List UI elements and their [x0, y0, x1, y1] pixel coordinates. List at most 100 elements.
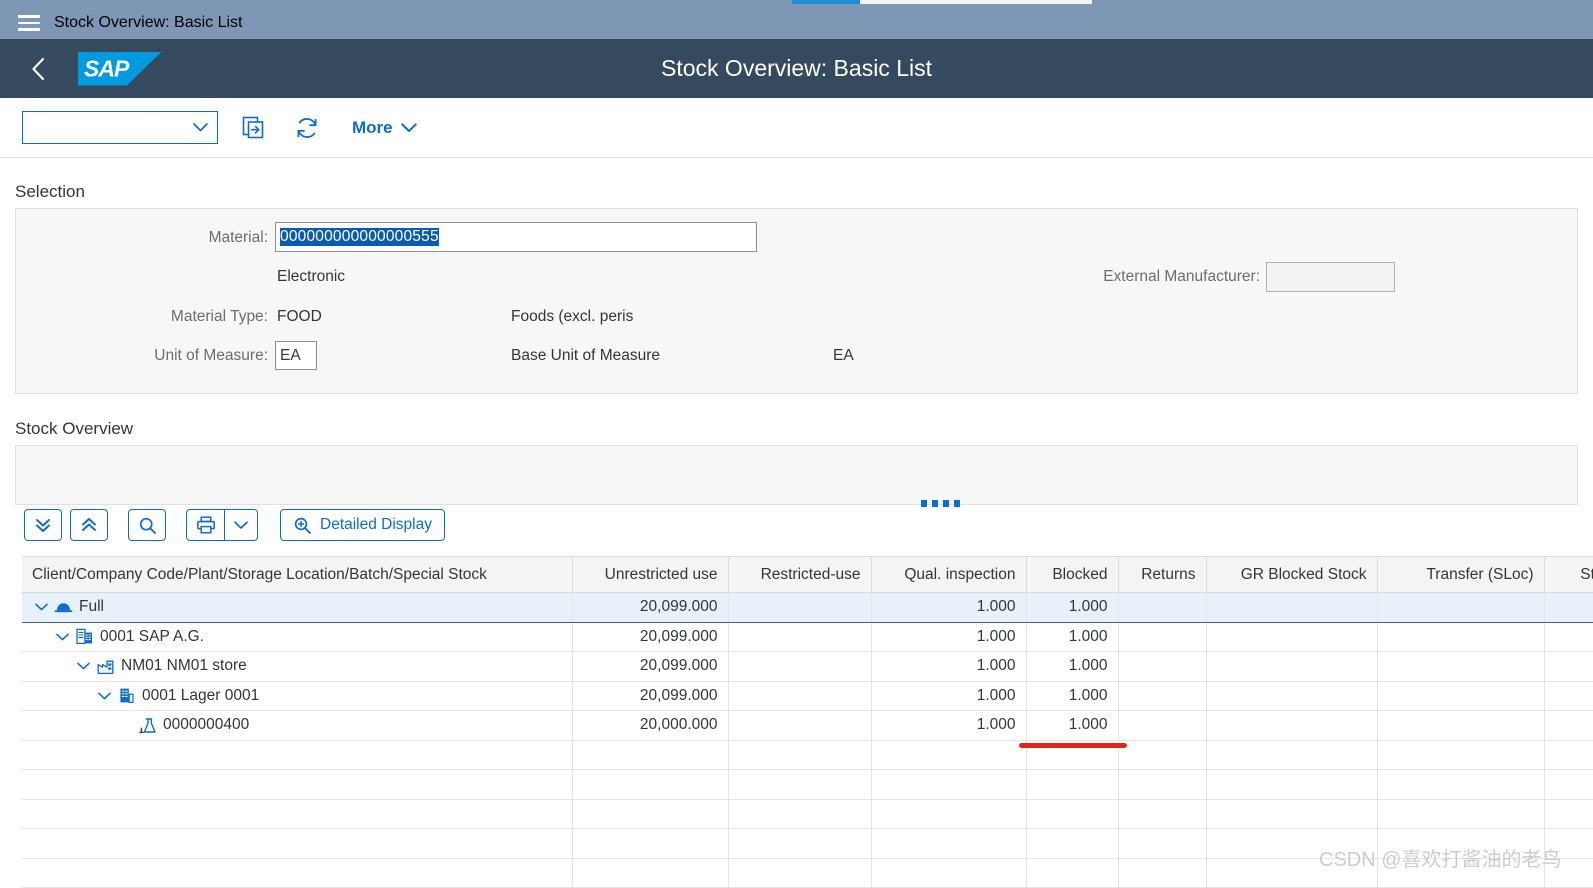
column-header[interactable]: Transfer (SLoc): [1377, 556, 1545, 593]
table-cell-empty: [1118, 858, 1207, 888]
tree-expand-toggle-expanded[interactable]: [53, 628, 71, 646]
table-cell-value: 1.000: [871, 710, 1027, 741]
table-cell-empty: [1377, 799, 1545, 829]
tree-node-cell[interactable]: 0000000400: [22, 710, 573, 741]
print-icon: [196, 516, 215, 534]
table-row[interactable]: NM01 NM01 store 20,099.000 1.000 1.000: [22, 651, 1593, 682]
column-header[interactable]: Unrestricted use: [572, 556, 729, 593]
table-cell-value: [1206, 681, 1378, 711]
expand-all-button[interactable]: [24, 509, 62, 541]
table-cell-empty: [1118, 769, 1207, 800]
table-cell-value: 1.000: [871, 622, 1027, 652]
table-row[interactable]: 0001 SAP A.G. 20,099.000 1.000 1.000: [22, 622, 1593, 652]
table-cell-empty: [1206, 858, 1378, 888]
print-button[interactable]: [186, 509, 224, 541]
page-title: Stock Overview: Basic List: [661, 55, 932, 81]
table-cell-empty: [871, 858, 1027, 888]
table-row[interactable]: Full 20,099.000 1.000 1.000: [22, 592, 1593, 623]
more-menu-button[interactable]: More: [352, 118, 417, 138]
table-cell-empty: [22, 828, 573, 859]
table-row[interactable]: 0000000400 20,000.000 1.000 1.000: [22, 710, 1593, 741]
column-header[interactable]: Returns: [1118, 556, 1207, 593]
table-cell-value: [1206, 710, 1378, 741]
red-annotation-underline: [1019, 743, 1127, 748]
table-cell-value: [1206, 622, 1378, 652]
tree-expand-toggle-expanded[interactable]: [95, 687, 113, 705]
table-cell-empty: [1118, 740, 1207, 770]
table-cell-empty: [1206, 799, 1378, 829]
table-cell-empty: [1026, 828, 1119, 859]
tree-expand-toggle-expanded[interactable]: [32, 598, 50, 616]
tree-expand-toggle-expanded[interactable]: [74, 657, 92, 675]
tree-node-cell[interactable]: Full: [22, 592, 573, 623]
table-cell-value: 20,099.000: [572, 651, 729, 682]
tree-node-label: NM01 NM01 store: [121, 657, 247, 675]
refresh-icon[interactable]: [288, 109, 326, 147]
table-cell-empty: [572, 828, 729, 859]
tree-node-cell[interactable]: NM01 NM01 store: [22, 651, 573, 682]
table-row[interactable]: 0001 Lager 0001 20,099.000 1.000 1.000: [22, 681, 1593, 711]
unit-of-measure-input[interactable]: EA: [275, 341, 317, 370]
tree-node-cell[interactable]: 0001 Lager 0001: [22, 681, 573, 711]
material-input[interactable]: 000000000000000555: [275, 222, 757, 252]
table-cell-empty: [1544, 769, 1593, 800]
sap-logo: SAP: [78, 51, 162, 86]
table-cell-empty: [871, 769, 1027, 800]
table-cell-value: [1118, 651, 1207, 682]
chevron-down-icon: [193, 123, 208, 132]
table-cell-empty: [871, 828, 1027, 859]
table-cell-value: [728, 681, 872, 711]
cutoff-tab-background: [860, 0, 1092, 4]
table-cell-empty: [728, 858, 872, 888]
batch-icon: [138, 716, 157, 735]
table-cell-empty: [1544, 740, 1593, 770]
table-cell-empty: [1377, 828, 1545, 859]
hamburger-menu-icon[interactable]: [18, 15, 40, 31]
drag-grip-icon[interactable]: [921, 500, 960, 507]
table-cell-value: 20,000.000: [572, 710, 729, 741]
collapse-all-button[interactable]: [70, 509, 108, 541]
table-cell-value: [728, 592, 872, 623]
back-chevron-icon[interactable]: [18, 49, 58, 89]
stock-overview-table: Client/Company Code/Plant/Storage Locati…: [22, 556, 1593, 888]
table-cell-value: [1544, 592, 1593, 623]
table-cell-empty: [1377, 769, 1545, 800]
table-cell-empty: [728, 828, 872, 859]
cutoff-tab-active-indicator: [792, 0, 860, 4]
table-header-row: Client/Company Code/Plant/Storage Locati…: [22, 556, 1593, 593]
material-type-description: Foods (excl. peris: [511, 308, 634, 325]
column-header[interactable]: Restricted-use: [728, 556, 872, 593]
table-cell-empty: [728, 769, 872, 800]
tree-node-cell[interactable]: 0001 SAP A.G.: [22, 622, 573, 652]
export-to-icon[interactable]: [234, 109, 272, 147]
external-manufacturer-input[interactable]: [1266, 262, 1395, 292]
table-row-empty: [22, 828, 1593, 859]
table-cell-empty: [22, 858, 573, 888]
column-header[interactable]: Blocked: [1026, 556, 1119, 593]
table-cell-value: 1.000: [1026, 681, 1119, 711]
search-button[interactable]: [128, 509, 166, 541]
full-stock-icon: [54, 598, 73, 617]
table-cell-value: [1206, 651, 1378, 682]
table-cell-empty: [1377, 740, 1545, 770]
column-header[interactable]: Client/Company Code/Plant/Storage Locati…: [22, 556, 573, 593]
column-header[interactable]: GR Blocked Stock: [1206, 556, 1378, 593]
storage-location-icon: [117, 686, 136, 705]
page-header: SAP Stock Overview: Basic List: [0, 39, 1593, 98]
table-cell-empty: [871, 799, 1027, 829]
column-header[interactable]: Qual. inspection: [871, 556, 1027, 593]
tree-expand-toggle[interactable]: [116, 716, 134, 734]
column-header[interactable]: Sto: [1544, 556, 1593, 593]
table-row-empty: [22, 740, 1593, 770]
tree-node-label: Full: [79, 598, 104, 616]
table-cell-value: 1.000: [871, 592, 1027, 623]
table-cell-empty: [1206, 740, 1378, 770]
detailed-display-button[interactable]: Detailed Display: [280, 509, 445, 541]
company-code-icon: [75, 627, 94, 646]
view-select-dropdown[interactable]: [22, 111, 218, 144]
table-cell-value: [1206, 592, 1378, 623]
table-cell-empty: [1544, 799, 1593, 829]
table-cell-empty: [1118, 799, 1207, 829]
table-cell-value: [1544, 651, 1593, 682]
print-options-dropdown[interactable]: [224, 509, 258, 541]
